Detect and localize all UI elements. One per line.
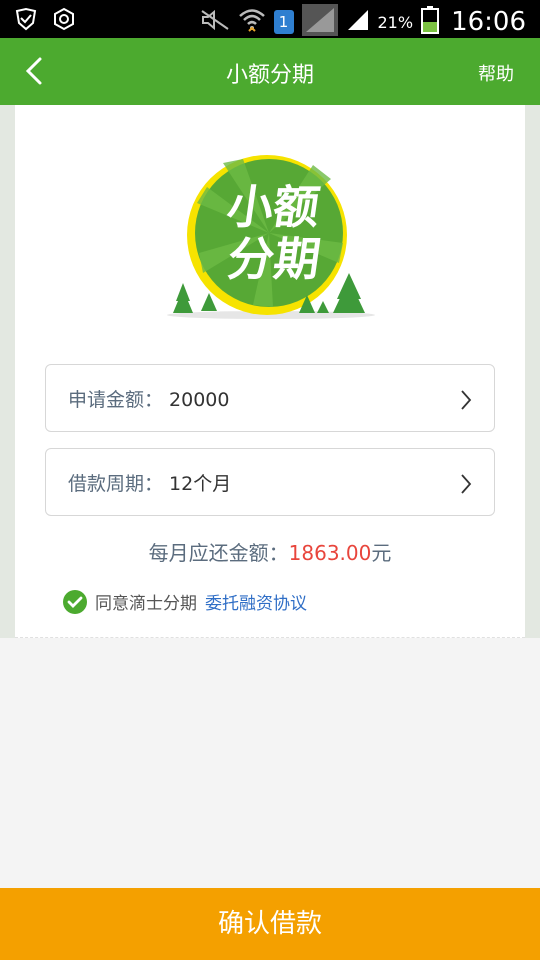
amount-value: 20000 [169, 389, 230, 411]
settings-hexagon-icon [52, 7, 76, 35]
right-gutter [525, 105, 540, 638]
cell-signal-icon [346, 8, 370, 36]
help-button[interactable]: 帮助 [478, 60, 514, 86]
sim-number: 1 [278, 13, 289, 31]
agreement-link[interactable]: 委托融资协议 [205, 589, 307, 614]
period-label: 借款周期： [68, 473, 164, 495]
checkbox-checked-icon[interactable] [63, 589, 87, 614]
left-gutter [0, 105, 15, 638]
chevron-right-icon [461, 474, 472, 494]
app-header: 小额分期 帮助 [0, 38, 540, 105]
sim-card-icon: 1 [273, 10, 294, 34]
shield-check-icon [14, 7, 38, 35]
period-selector[interactable]: 借款周期： 12个月 [45, 448, 495, 516]
logo-line-1: 小额 [224, 180, 324, 234]
agreement-text: 同意滴士分期 [95, 594, 197, 614]
agreement-row: 同意滴士分期 委托融资协议 [63, 589, 307, 614]
monthly-suffix: 元 [371, 541, 392, 565]
loan-card: 小额 分期 申请金额： 20000 借款周期： 12个月 每月应还金额：1863.0… [15, 105, 525, 638]
status-bar: 1 21% 16:06 [0, 0, 540, 38]
monthly-amount: 1863.00 [288, 541, 372, 565]
monthly-prefix: 每月应还金额： [148, 541, 289, 565]
signal-icon [301, 4, 338, 40]
wifi-icon [238, 6, 266, 38]
monthly-payment: 每月应还金额：1863.00元 [15, 537, 525, 566]
page-title: 小额分期 [225, 63, 314, 88]
confirm-loan-button[interactable]: 确认借款 [0, 888, 540, 960]
installment-logo: 小额 分期 [163, 153, 379, 323]
logo-line-2: 分期 [224, 232, 324, 286]
amount-selector[interactable]: 申请金额： 20000 [45, 364, 495, 432]
amount-label: 申请金额： [68, 389, 164, 411]
chevron-right-icon [461, 390, 472, 410]
battery-icon [421, 6, 440, 38]
clock: 16:06 [451, 7, 526, 37]
period-value: 12个月 [169, 473, 232, 495]
battery-percent: 21% [377, 12, 414, 32]
mute-icon [200, 8, 230, 36]
